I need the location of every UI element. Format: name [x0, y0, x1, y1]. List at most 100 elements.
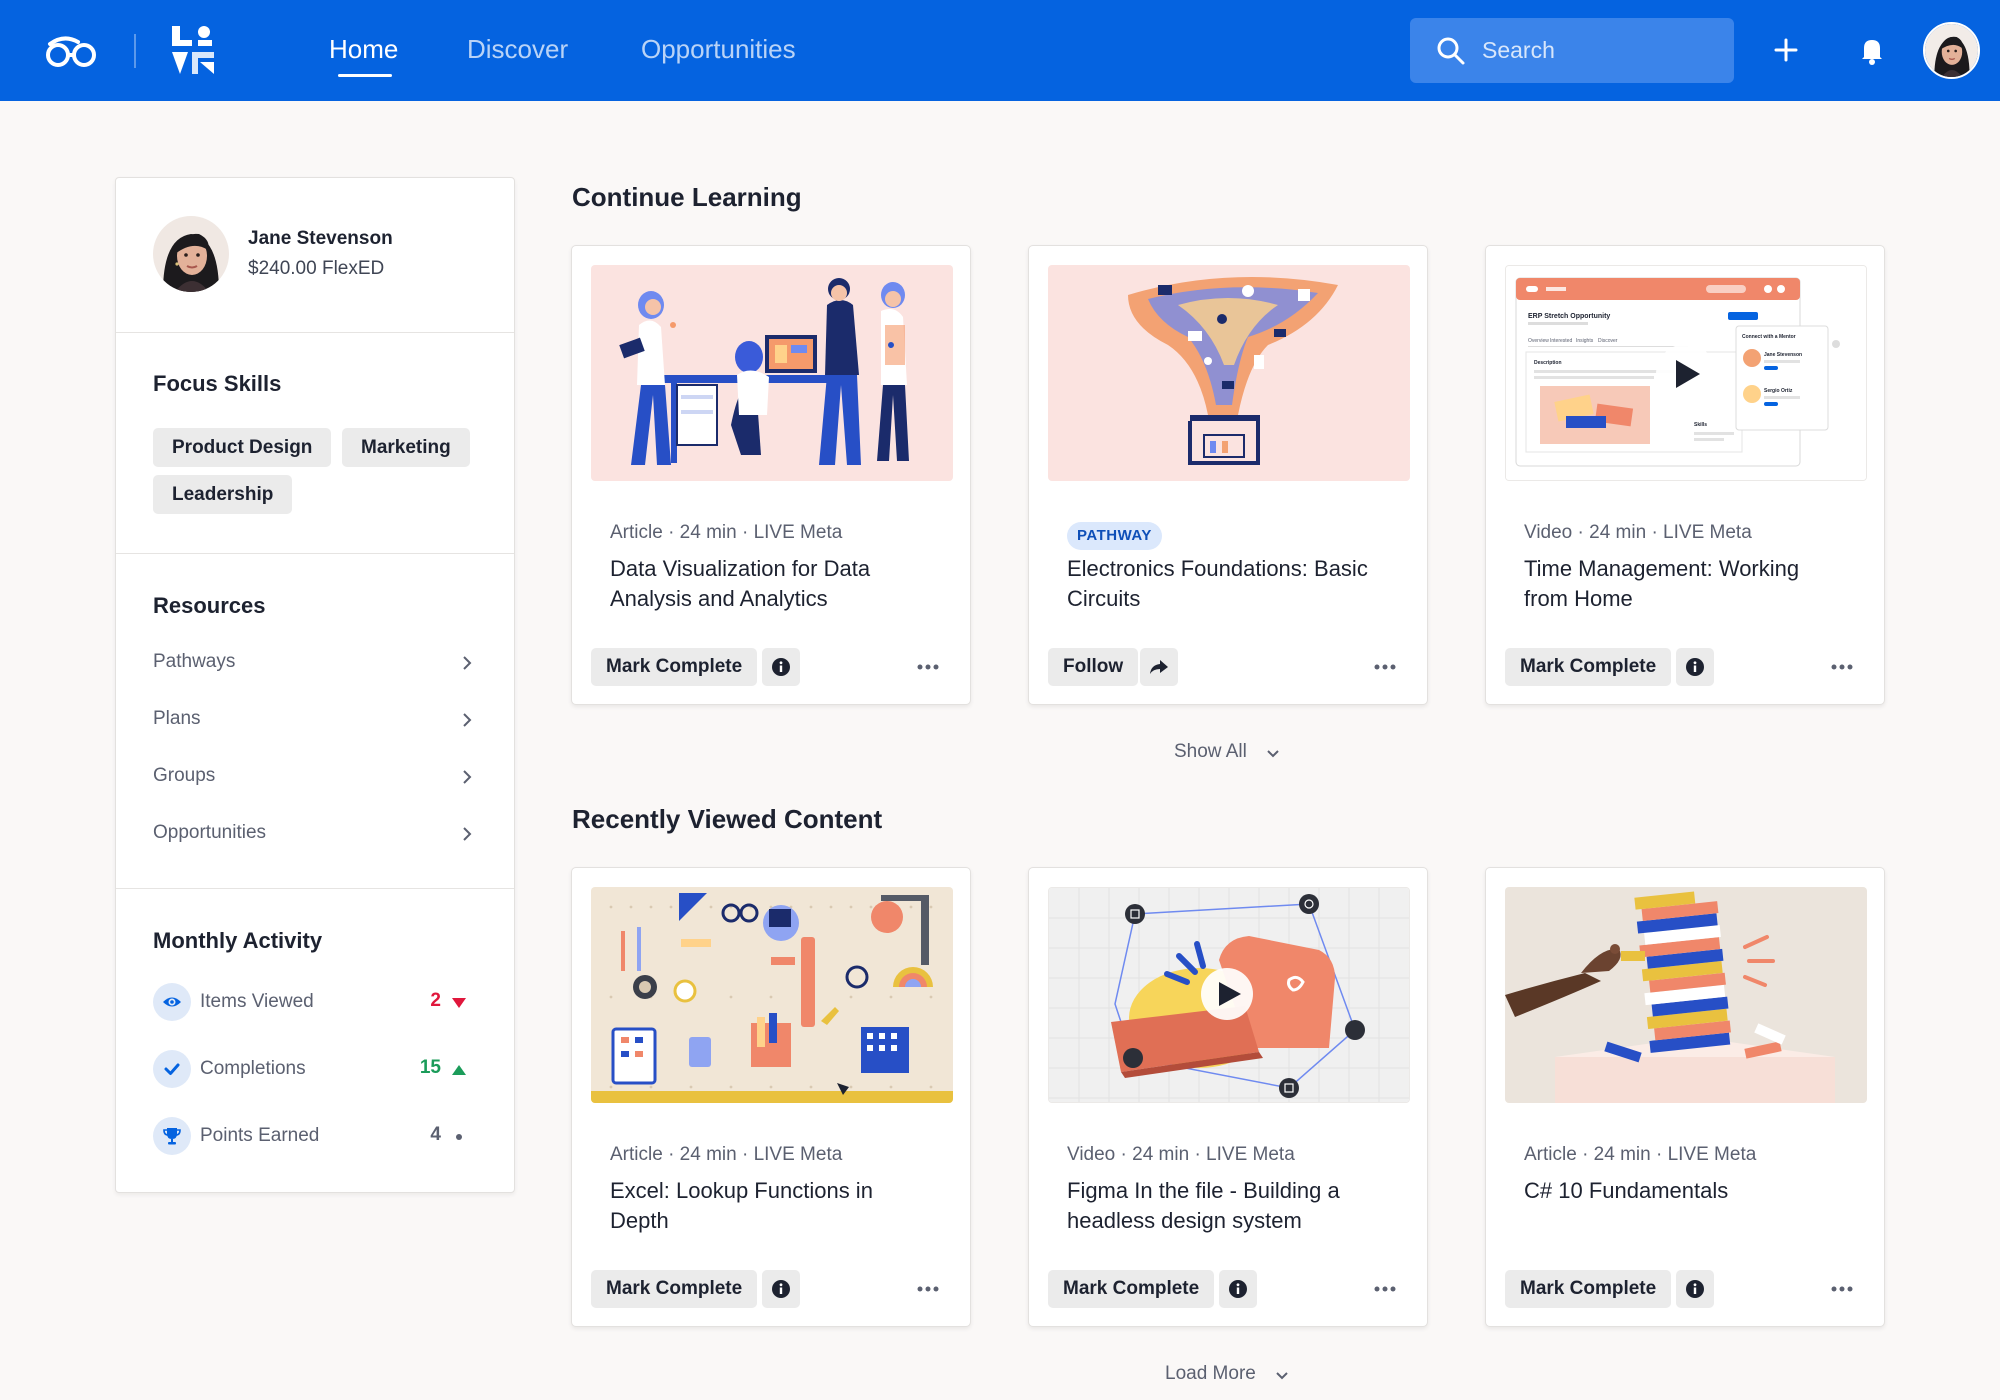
card-title[interactable]: Excel: Lookup Functions in Depth — [610, 1176, 930, 1236]
mock-title: ERP Stretch Opportunity — [1528, 313, 1610, 320]
recently-viewed-heading: Recently Viewed Content — [572, 804, 883, 834]
more-options-icon[interactable] — [914, 656, 942, 678]
skill-chip-product-design[interactable]: Product Design — [153, 428, 332, 467]
top-navigation-bar: Home Discover Opportunities — [0, 0, 2000, 101]
content-card[interactable]: Article · 24 min · LIVE Meta Data Visual… — [571, 245, 971, 705]
resource-item-opportunities[interactable]: Opportunities — [153, 820, 475, 850]
info-icon — [1686, 658, 1704, 676]
info-button[interactable] — [1676, 648, 1714, 686]
card-meta: Article · 24 min · LIVE Meta — [610, 522, 843, 543]
sidebar: Jane Stevenson $240.00 FlexED Focus Skil… — [115, 177, 515, 1193]
more-options-icon[interactable] — [1828, 656, 1856, 678]
card-title[interactable]: Electronics Foundations: Basic Circuits — [1067, 554, 1387, 614]
search-icon — [1437, 37, 1465, 65]
card-meta: Video · 24 min · LIVE Meta — [1524, 522, 1752, 543]
mock-description-label: Description — [1534, 360, 1562, 366]
search-input[interactable] — [1482, 18, 1722, 83]
follow-button[interactable]: Follow — [1048, 648, 1139, 686]
search-box[interactable] — [1410, 18, 1734, 83]
mark-complete-button[interactable]: Mark Complete — [1505, 648, 1672, 686]
activity-value: 4 — [430, 1124, 441, 1145]
load-more-button[interactable]: Load More — [1165, 1363, 1288, 1385]
nav-home[interactable]: Home — [329, 34, 398, 65]
mark-complete-button[interactable]: Mark Complete — [1505, 1270, 1672, 1308]
nav-opportunities[interactable]: Opportunities — [641, 34, 796, 65]
monthly-activity-heading: Monthly Activity — [153, 928, 323, 953]
notification-bell-icon[interactable] — [1852, 30, 1892, 70]
card-title[interactable]: Figma In the file - Building a headless … — [1067, 1176, 1387, 1236]
add-icon[interactable] — [1766, 30, 1806, 70]
card-title[interactable]: Time Management: Working from Home — [1524, 554, 1844, 614]
resource-item-plans[interactable]: Plans — [153, 706, 475, 736]
card-meta: Article · 24 min · LIVE Meta — [1524, 1144, 1757, 1165]
nav-active-indicator — [338, 74, 392, 77]
share-button[interactable] — [1140, 648, 1178, 686]
resource-item-pathways[interactable]: Pathways — [153, 649, 475, 679]
more-options-icon[interactable] — [914, 1278, 942, 1300]
brand-divider — [134, 34, 136, 68]
mark-complete-button[interactable]: Mark Complete — [591, 1270, 758, 1308]
profile-avatar[interactable] — [153, 216, 229, 292]
resource-label: Opportunities — [153, 822, 267, 843]
mock-skills-label: Skills — [1694, 422, 1707, 428]
chevron-right-icon — [463, 770, 472, 784]
more-options-icon[interactable] — [1828, 1278, 1856, 1300]
mark-complete-button[interactable]: Mark Complete — [1048, 1270, 1215, 1308]
pathway-badge: PATHWAY — [1067, 522, 1162, 550]
activity-icon-bg — [153, 1117, 191, 1155]
info-button[interactable] — [762, 1270, 800, 1308]
activity-row-points-earned: Points Earned 4 — [153, 1117, 475, 1157]
nav-discover[interactable]: Discover — [467, 34, 568, 65]
user-avatar[interactable] — [1923, 22, 1980, 79]
content-card[interactable]: Article · 24 min · LIVE Meta Excel: Look… — [571, 867, 971, 1327]
more-options-icon[interactable] — [1371, 1278, 1399, 1300]
focus-skills-heading: Focus Skills — [153, 371, 282, 396]
load-more-label: Load More — [1165, 1363, 1256, 1384]
chevron-down-icon — [1276, 1372, 1288, 1380]
trend-up-icon — [452, 1065, 466, 1075]
resource-label: Pathways — [153, 651, 236, 672]
activity-label: Completions — [200, 1058, 306, 1079]
trend-neutral-icon — [456, 1134, 462, 1140]
content-card[interactable]: Article · 24 min · LIVE Meta C# 10 Funda… — [1485, 867, 1885, 1327]
continue-learning-heading: Continue Learning — [572, 182, 802, 212]
show-all-button[interactable]: Show All — [1174, 741, 1279, 763]
card-thumbnail-electronics-explosion — [1048, 265, 1410, 481]
info-button[interactable] — [762, 648, 800, 686]
skill-chip-leadership[interactable]: Leadership — [153, 475, 293, 514]
more-options-icon[interactable] — [1371, 656, 1399, 678]
mock-mentor-name: Sergio Ortiz — [1764, 388, 1793, 394]
content-card[interactable]: Video · 24 min · LIVE Meta Figma In the … — [1028, 867, 1428, 1327]
card-title[interactable]: C# 10 Fundamentals — [1524, 1176, 1844, 1206]
card-title[interactable]: Data Visualization for Data Analysis and… — [610, 554, 930, 614]
sidebar-divider — [116, 332, 514, 333]
show-all-label: Show All — [1174, 741, 1247, 762]
info-button[interactable] — [1219, 1270, 1257, 1308]
resource-label: Plans — [153, 708, 201, 729]
skill-chip-marketing[interactable]: Marketing — [342, 428, 470, 467]
checkmark-icon — [164, 1063, 180, 1075]
sidebar-divider — [116, 888, 514, 889]
share-icon — [1150, 660, 1168, 674]
sidebar-divider — [116, 553, 514, 554]
mock-tab: Insights — [1576, 338, 1594, 344]
mark-complete-button[interactable]: Mark Complete — [591, 648, 758, 686]
resource-item-groups[interactable]: Groups — [153, 763, 475, 793]
card-thumbnail-block-tower — [1505, 887, 1867, 1103]
activity-value: 15 — [419, 1057, 441, 1078]
profile-name: Jane Stevenson — [248, 228, 393, 249]
brand-logo-icon[interactable] — [44, 30, 100, 70]
info-icon — [1229, 1280, 1247, 1298]
chevron-right-icon — [463, 713, 472, 727]
info-button[interactable] — [1676, 1270, 1714, 1308]
resources-heading: Resources — [153, 593, 266, 618]
activity-icon-bg — [153, 983, 191, 1021]
content-card[interactable]: PATHWAY Electronics Foundations: Basic C… — [1028, 245, 1428, 705]
card-meta: Video · 24 min · LIVE Meta — [1067, 1144, 1295, 1165]
chevron-right-icon — [463, 827, 472, 841]
mock-tab: Interested — [1550, 338, 1572, 344]
card-thumbnail-app-screenshot: ERP Stretch Opportunity Overview Interes… — [1505, 265, 1867, 481]
activity-row-items-viewed: Items Viewed 2 — [153, 983, 475, 1023]
mock-side-heading: Connect with a Mentor — [1742, 334, 1796, 340]
content-card[interactable]: ERP Stretch Opportunity Overview Interes… — [1485, 245, 1885, 705]
